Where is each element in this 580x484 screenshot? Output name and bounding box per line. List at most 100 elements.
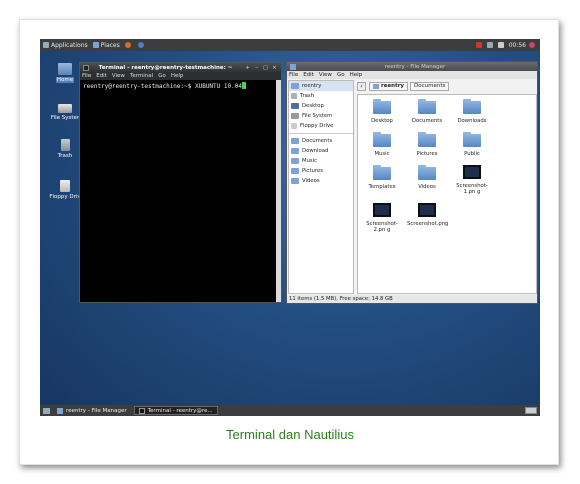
- sidebar-item-file-system[interactable]: File System: [289, 111, 353, 121]
- file-item-videos[interactable]: Videos: [407, 165, 447, 190]
- terminal-scrollbar[interactable]: [276, 80, 281, 302]
- minimize-icon[interactable]: –: [253, 65, 260, 71]
- menu-view[interactable]: View: [112, 73, 125, 79]
- sidebar-item-label: Trash: [300, 93, 314, 99]
- drive-icon: [58, 104, 72, 113]
- menu-file[interactable]: File: [82, 73, 91, 79]
- menu-go[interactable]: Go: [337, 72, 345, 78]
- floppy-icon: [60, 180, 70, 192]
- sidebar-item-trash[interactable]: Trash: [289, 91, 353, 101]
- file-manager-titlebar[interactable]: reentry - File Manager: [287, 62, 537, 71]
- clock[interactable]: 00:56: [509, 42, 526, 49]
- volume-icon[interactable]: [497, 42, 504, 48]
- menu-edit[interactable]: Edit: [96, 73, 107, 79]
- update-notifier-icon[interactable]: [475, 42, 482, 48]
- file-item-templates[interactable]: Templates: [362, 165, 402, 190]
- file-item-downloads[interactable]: Downloads: [452, 99, 492, 124]
- file-name: Music: [374, 151, 390, 157]
- places-menu[interactable]: Places: [92, 41, 120, 49]
- file-item-documents[interactable]: Documents: [407, 99, 447, 124]
- file-item-screenshot-1[interactable]: Screenshot-1.pn g: [452, 165, 492, 195]
- taskbar-label: reentry - File Manager: [66, 407, 127, 414]
- applications-menu[interactable]: Applications: [43, 42, 88, 49]
- status-bar: 11 items (1.5 MB), Free space: 14.8 GB: [287, 295, 537, 303]
- sidebar-item-documents[interactable]: Documents: [289, 136, 353, 146]
- file-item-screenshot[interactable]: Screenshot.png: [407, 203, 448, 227]
- menu-terminal[interactable]: Terminal: [130, 73, 153, 79]
- file-item-pictures[interactable]: Pictures: [407, 132, 447, 157]
- desktop: Applications Places 00:56 Home File Syst…: [40, 39, 540, 416]
- close-icon[interactable]: ×: [271, 65, 278, 71]
- maximize-icon[interactable]: □: [262, 65, 269, 71]
- sticky-icon[interactable]: +: [244, 65, 251, 71]
- sidebar-item-download[interactable]: Download: [289, 146, 353, 156]
- sidebar-item-desktop[interactable]: Desktop: [289, 101, 353, 111]
- back-arrow-icon[interactable]: ‹: [357, 81, 366, 91]
- breadcrumb-documents[interactable]: Documents: [410, 81, 450, 91]
- file-item-screenshot-2[interactable]: Screenshot-2.pn g: [362, 203, 402, 233]
- launcher-help[interactable]: [137, 42, 146, 48]
- taskbar-file-manager[interactable]: reentry - File Manager: [53, 406, 131, 415]
- desktop-icon-file-system[interactable]: File Syster: [48, 101, 82, 121]
- applications-label: Applications: [51, 41, 88, 49]
- folder-icon: [291, 138, 299, 144]
- image-thumbnail-icon: [418, 203, 436, 217]
- desktop-icon-home[interactable]: Home: [48, 63, 82, 83]
- file-name: Documents: [411, 118, 443, 124]
- menu-help[interactable]: Help: [171, 73, 184, 79]
- breadcrumb-reentry[interactable]: reentry: [369, 81, 409, 91]
- floppy-icon: [291, 123, 297, 129]
- network-icon[interactable]: [486, 42, 493, 48]
- image-thumbnail-icon: [373, 203, 391, 217]
- folder-icon: [463, 132, 481, 147]
- location-bar: ‹ reentry Documents: [357, 80, 537, 92]
- file-item-desktop[interactable]: Desktop: [362, 99, 402, 124]
- sidebar-item-reentry[interactable]: reentry: [289, 81, 353, 91]
- file-manager-window: reentry - File Manager File Edit View Go…: [286, 61, 538, 304]
- terminal-output[interactable]: reentry@reentry-testmachine:~$ XUBUNTU 1…: [80, 80, 281, 302]
- drive-icon: [291, 113, 299, 119]
- sidebar-item-pictures[interactable]: Pictures: [289, 166, 353, 176]
- sidebar-item-label: Documents: [302, 138, 333, 144]
- notification-area: 00:56: [473, 42, 537, 49]
- terminal-cursor: [241, 82, 246, 89]
- sidebar-item-videos[interactable]: Videos: [289, 176, 353, 186]
- desktop-icon-trash[interactable]: Trash: [48, 139, 82, 159]
- desktop-icon-floppy[interactable]: Floppy Driv: [48, 180, 82, 200]
- terminal-menubar: File Edit View Terminal Go Help: [80, 72, 281, 80]
- file-name: Downloads: [457, 118, 487, 124]
- bottom-panel: reentry - File Manager Terminal - reentr…: [40, 405, 540, 416]
- sidebar-item-label: reentry: [302, 83, 322, 89]
- desktop-icon-label: Floppy Driv: [49, 194, 81, 200]
- folder-icon: [463, 99, 481, 114]
- show-desktop-icon[interactable]: [43, 407, 50, 414]
- menu-view[interactable]: View: [319, 72, 332, 78]
- file-name: Videos: [418, 184, 436, 190]
- sidebar-item-music[interactable]: Music: [289, 156, 353, 166]
- file-name: Screenshot-1.pn g: [456, 183, 488, 195]
- trash-icon: [291, 93, 297, 99]
- menu-go[interactable]: Go: [158, 73, 166, 79]
- power-icon[interactable]: [529, 42, 535, 48]
- workspace-switcher[interactable]: [525, 407, 537, 414]
- sidebar-item-label: Music: [302, 158, 318, 164]
- side-pane: reentry Trash Desktop File System Floppy…: [288, 80, 354, 294]
- places-label: Places: [100, 41, 120, 49]
- file-item-public[interactable]: Public: [452, 132, 492, 157]
- menu-file[interactable]: File: [289, 72, 298, 78]
- file-item-music[interactable]: Music: [362, 132, 402, 157]
- menu-help[interactable]: Help: [350, 72, 363, 78]
- trash-icon: [60, 139, 70, 151]
- folder-icon: [291, 178, 299, 184]
- sidebar-item-floppy[interactable]: Floppy Drive: [289, 121, 353, 131]
- file-view-pane: ‹ reentry Documents Desktop Documents Do…: [357, 80, 537, 294]
- file-name: Public: [464, 151, 480, 157]
- desktop-icon-label: Home: [55, 77, 75, 83]
- taskbar-label: Terminal - reentry@re...: [147, 407, 213, 414]
- taskbar-terminal[interactable]: Terminal - reentry@re...: [133, 406, 218, 415]
- menu-edit[interactable]: Edit: [303, 72, 314, 78]
- terminal-window: Terminal - reentry@reentry-testmachine: …: [79, 62, 282, 303]
- launcher-firefox[interactable]: [124, 42, 133, 48]
- file-manager-menubar: File Edit View Go Help: [287, 71, 537, 79]
- terminal-titlebar[interactable]: Terminal - reentry@reentry-testmachine: …: [80, 63, 281, 72]
